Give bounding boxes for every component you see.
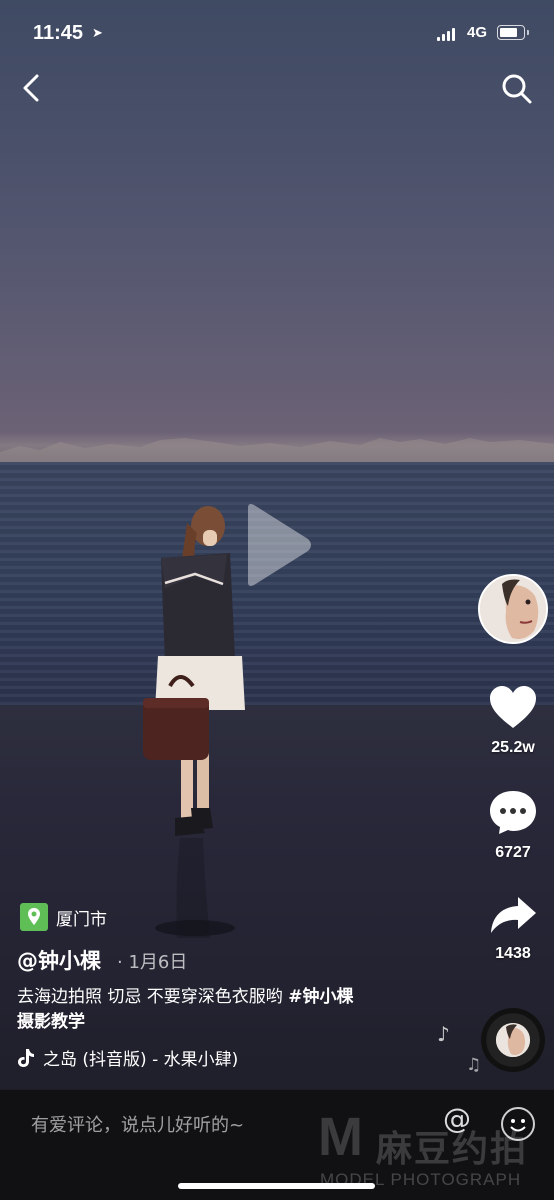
location-pin-icon [20, 903, 48, 931]
video-caption: 去海边拍照 切忌 不要穿深色衣服哟 #钟小棵 摄影教学 [17, 985, 457, 1035]
watermark-logo: M [318, 1107, 363, 1167]
author-avatar[interactable] [478, 574, 548, 644]
share-count: 1438 [495, 945, 531, 962]
post-date: · 1月6日 [117, 952, 188, 973]
signal-icon [437, 28, 455, 41]
location-name: 厦门市 [56, 909, 107, 930]
disc-avatar [496, 1023, 530, 1057]
music-title: 之岛 (抖音版) - 水果小肆) [43, 1050, 239, 1070]
distant-city [0, 432, 554, 462]
battery-icon [497, 25, 525, 40]
network-label: 4G [467, 24, 488, 41]
music-note-icon: ♪ [437, 1022, 450, 1046]
music-note-icon: ♫ [466, 1055, 482, 1075]
search-icon[interactable] [500, 72, 534, 106]
heart-icon [490, 686, 536, 728]
like-button[interactable]: 25.2w [478, 685, 548, 757]
location-arrow-icon: ➤ [92, 26, 103, 41]
like-count: 25.2w [491, 739, 535, 756]
comment-button[interactable]: 6727 [478, 788, 548, 862]
tiktok-note-icon [18, 1048, 34, 1067]
share-icon [491, 897, 536, 933]
location-tag[interactable]: 厦门市 [20, 903, 107, 931]
home-indicator[interactable] [178, 1183, 375, 1189]
video-screen[interactable]: 11:45 ➤ 4G 25.2w 6727 1438 厦门市 @钟小棵 · 1月… [0, 0, 554, 1200]
video-subject-girl [143, 506, 245, 938]
share-button[interactable]: 1438 [478, 893, 548, 963]
status-time: 11:45 [33, 22, 84, 44]
hashtag[interactable]: 摄影教学 [17, 1012, 85, 1032]
back-icon[interactable] [16, 70, 48, 106]
status-bar: 11:45 ➤ 4G [0, 20, 554, 50]
play-icon[interactable] [240, 500, 315, 590]
battery-level [500, 28, 517, 37]
at-icon[interactable]: @ [443, 1102, 471, 1135]
author-name[interactable]: @钟小棵 [17, 945, 101, 975]
music-disc-icon[interactable] [481, 1008, 545, 1072]
caption-text: 去海边拍照 切忌 不要穿深色衣服哟 [17, 987, 289, 1007]
emoji-icon[interactable] [501, 1107, 535, 1141]
hashtag[interactable]: #钟小棵 [288, 987, 353, 1007]
comment-icon [490, 791, 536, 834]
comment-count: 6727 [495, 844, 531, 861]
battery-tip [527, 30, 529, 35]
comment-input[interactable]: 有爱评论，说点儿好听的~ [31, 1111, 244, 1137]
music-info[interactable]: 之岛 (抖音版) - 水果小肆) [17, 1045, 238, 1070]
